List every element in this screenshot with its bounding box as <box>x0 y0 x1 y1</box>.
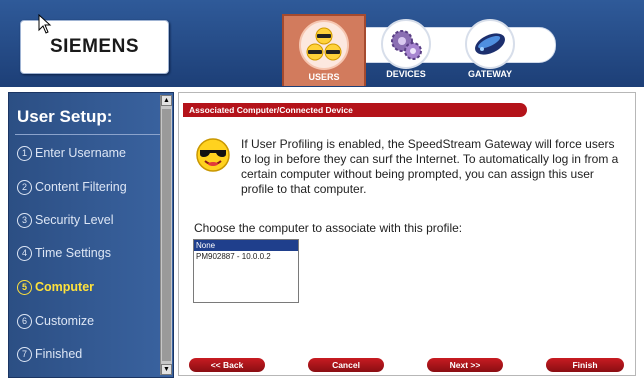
users-icon <box>299 20 349 70</box>
step-content-filtering[interactable]: 2 Content Filtering <box>17 180 127 195</box>
step-number-icon: 2 <box>17 180 32 195</box>
sidebar-scrollbar[interactable]: ▲ ▼ <box>160 95 172 375</box>
step-enter-username[interactable]: 1 Enter Username <box>17 146 126 161</box>
wizard-button-row: << Back Cancel Next >> Finish <box>179 358 635 372</box>
tab-devices[interactable]: DEVICES <box>366 15 446 83</box>
header-bar: SIEMENS USERS DEVICES GATEWAY <box>0 0 644 87</box>
step-customize[interactable]: 6 Customize <box>17 314 94 329</box>
step-label: Time Settings <box>35 246 111 260</box>
section-title: Associated Computer/Connected Device <box>189 105 353 115</box>
step-number-icon: 4 <box>17 246 32 261</box>
tab-label: DEVICES <box>386 69 426 79</box>
step-label: Finished <box>35 347 83 361</box>
step-number-icon: 3 <box>17 213 32 228</box>
step-label: Security Level <box>35 213 114 227</box>
listbox-option[interactable]: PM902887 - 10.0.0.2 <box>194 251 298 262</box>
tab-gateway[interactable]: GATEWAY <box>450 15 530 83</box>
step-label: Computer <box>35 280 95 294</box>
section-header: Associated Computer/Connected Device <box>183 103 527 117</box>
computer-select-label: Choose the computer to associate with th… <box>194 221 463 235</box>
step-computer[interactable]: 5 Computer <box>17 280 94 295</box>
step-number-icon: 1 <box>17 146 32 161</box>
tab-label: USERS <box>308 72 340 82</box>
step-security-level[interactable]: 3 Security Level <box>17 213 114 228</box>
tab-label: GATEWAY <box>467 69 512 79</box>
next-button[interactable]: Next >> <box>427 358 503 372</box>
scroll-down-arrow-icon[interactable]: ▼ <box>161 364 172 375</box>
step-label: Customize <box>35 314 95 328</box>
step-number-icon: 5 <box>17 280 32 295</box>
description-text: If User Profiling is enabled, the SpeedS… <box>241 137 619 196</box>
step-label: Enter Username <box>35 146 127 160</box>
back-button[interactable]: << Back <box>189 358 265 372</box>
tab-users[interactable]: USERS <box>282 14 366 86</box>
step-label: Content Filtering <box>35 180 127 194</box>
mouse-cursor-icon <box>38 14 52 34</box>
wizard-sidebar: User Setup: 1 Enter Username 2 Content Fil… <box>8 92 174 378</box>
step-number-icon: 6 <box>17 314 32 329</box>
sidebar-title: User Setup: <box>17 107 113 126</box>
devices-icon <box>381 19 431 69</box>
divider <box>15 134 161 135</box>
step-finished[interactable]: 7 Finished <box>17 347 82 362</box>
step-number-icon: 7 <box>17 347 32 362</box>
scroll-thumb[interactable] <box>162 109 171 361</box>
finish-button[interactable]: Finish <box>546 358 624 372</box>
listbox-option[interactable]: None <box>194 240 298 251</box>
main-panel: Associated Computer/Connected Device If … <box>178 92 636 376</box>
gateway-icon <box>465 19 515 69</box>
scroll-up-arrow-icon[interactable]: ▲ <box>161 95 172 106</box>
sunglasses-smiley-icon <box>196 138 230 172</box>
computer-listbox[interactable]: None PM902887 - 10.0.0.2 <box>193 239 299 303</box>
cancel-button[interactable]: Cancel <box>308 358 384 372</box>
step-time-settings[interactable]: 4 Time Settings <box>17 246 111 261</box>
